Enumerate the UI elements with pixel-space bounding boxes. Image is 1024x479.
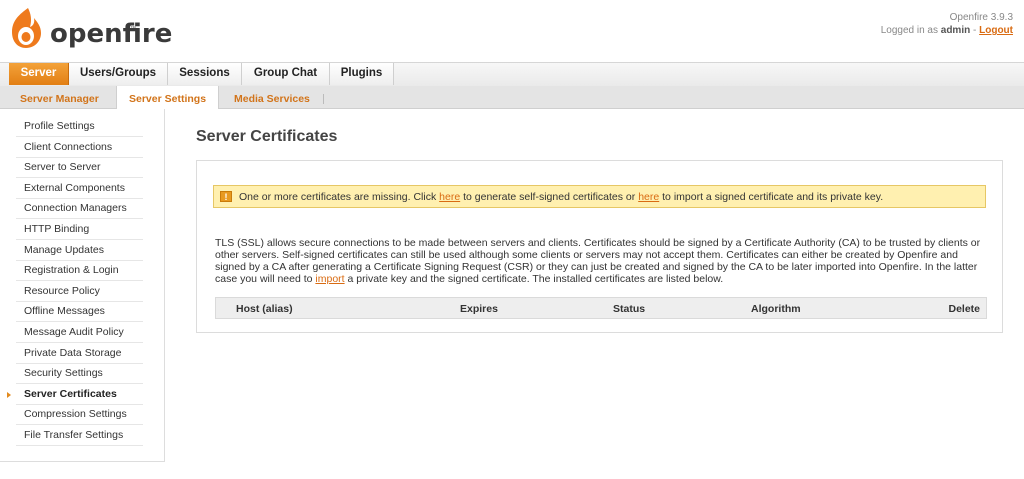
- subtab-server-settings[interactable]: Server Settings: [116, 86, 220, 109]
- sidebar-item-client-connections[interactable]: Client Connections: [16, 138, 143, 158]
- subtab-divider: [323, 94, 324, 104]
- sidebar-item-resource-policy[interactable]: Resource Policy: [16, 282, 143, 302]
- subtab-server-manager[interactable]: Server Manager: [20, 86, 99, 108]
- sidebar-item-server-to-server[interactable]: Server to Server: [16, 158, 143, 179]
- column-expires: Expires: [460, 303, 498, 315]
- subtab-media-services[interactable]: Media Services: [234, 86, 310, 108]
- warning-text-1: One or more certificates are missing. Cl…: [239, 191, 437, 203]
- sidebar: Profile Settings Client Connections Serv…: [0, 109, 165, 462]
- column-delete: Delete: [948, 303, 980, 315]
- main-nav: Server Users/Groups Sessions Group Chat …: [0, 62, 1024, 87]
- logged-in-prefix: Logged in as: [880, 25, 938, 36]
- tab-sessions[interactable]: Sessions: [168, 63, 242, 85]
- sub-nav: Server Manager Server Settings Media Ser…: [0, 86, 1024, 109]
- logo-text: openfire: [50, 19, 173, 49]
- sidebar-item-connection-managers[interactable]: Connection Managers: [16, 199, 143, 220]
- sidebar-item-private-data-storage[interactable]: Private Data Storage: [16, 344, 143, 364]
- warning-icon: !: [220, 191, 232, 202]
- warning-message: One or more certificates are missing. Cl…: [239, 191, 883, 203]
- sidebar-item-manage-updates[interactable]: Manage Updates: [16, 241, 143, 261]
- version-info: Openfire 3.9.3 Logged in as admin - Logo…: [881, 11, 1013, 37]
- sidebar-item-http-binding[interactable]: HTTP Binding: [16, 220, 143, 240]
- page-title: Server Certificates: [196, 128, 338, 145]
- warning-box: ! One or more certificates are missing. …: [213, 185, 986, 208]
- sidebar-item-server-certificates[interactable]: Server Certificates: [7, 385, 143, 405]
- generate-certificates-link[interactable]: here: [439, 191, 460, 203]
- certificates-table-header: Host (alias) Expires Status Algorithm De…: [215, 297, 987, 319]
- logout-link[interactable]: Logout: [979, 25, 1013, 36]
- column-status: Status: [613, 303, 646, 315]
- description-text: TLS (SSL) allows secure connections to b…: [215, 237, 990, 285]
- column-algorithm: Algorithm: [751, 303, 801, 315]
- logo-trademark: ™: [130, 26, 136, 32]
- login-separator: -: [973, 25, 977, 36]
- sidebar-item-message-audit-policy[interactable]: Message Audit Policy: [16, 323, 143, 343]
- username: admin: [940, 25, 971, 36]
- openfire-logo-icon: [12, 8, 41, 48]
- sidebar-item-file-transfer-settings[interactable]: File Transfer Settings: [16, 426, 143, 446]
- tab-group-chat[interactable]: Group Chat: [242, 63, 330, 85]
- tab-server[interactable]: Server: [9, 63, 69, 85]
- header: openfire ™ Openfire 3.9.3 Logged in as a…: [0, 0, 1024, 62]
- tab-plugins[interactable]: Plugins: [330, 63, 394, 85]
- column-host-alias: Host (alias): [236, 303, 293, 315]
- sidebar-item-profile-settings[interactable]: Profile Settings: [16, 117, 143, 137]
- sidebar-item-label: Server Certificates: [24, 387, 117, 400]
- version-label: Openfire 3.9.3: [949, 12, 1013, 23]
- sidebar-item-registration-login[interactable]: Registration & Login: [16, 261, 143, 282]
- warning-text-3: to import a signed certificate and its p…: [662, 191, 884, 203]
- content-panel: ! One or more certificates are missing. …: [196, 160, 1003, 333]
- import-link[interactable]: import: [315, 273, 344, 285]
- description-text-2: a private key and the signed certificate…: [347, 273, 724, 285]
- sidebar-item-offline-messages[interactable]: Offline Messages: [16, 302, 143, 323]
- login-status: Logged in as admin - Logout: [881, 24, 1013, 37]
- sidebar-item-compression-settings[interactable]: Compression Settings: [16, 405, 143, 426]
- warning-text-2: to generate self-signed certificates or: [463, 191, 636, 203]
- sidebar-item-security-settings[interactable]: Security Settings: [16, 364, 143, 385]
- sidebar-item-external-components[interactable]: External Components: [16, 179, 143, 199]
- active-arrow-icon: [7, 391, 11, 398]
- import-certificate-link[interactable]: here: [638, 191, 659, 203]
- tab-users-groups[interactable]: Users/Groups: [69, 63, 168, 85]
